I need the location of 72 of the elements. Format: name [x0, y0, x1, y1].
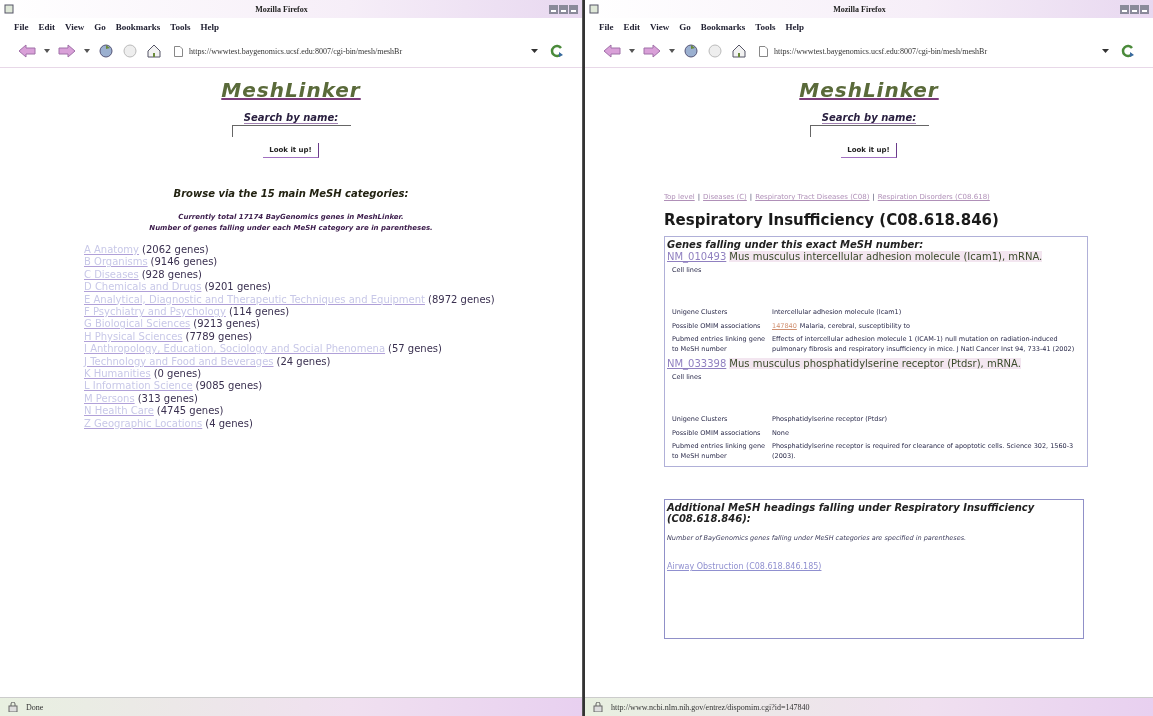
- gene-description: Mus musculus phosphatidylserine receptor (Ptdsr), mRNA.: [729, 358, 1021, 369]
- accession-link[interactable]: NM_010493: [667, 251, 727, 262]
- gene-count: (0 genes): [153, 368, 202, 381]
- back-arrow-icon[interactable]: [18, 44, 36, 58]
- menu-item[interactable]: Edit: [38, 21, 55, 32]
- menu-item[interactable]: Edit: [623, 21, 640, 32]
- status-text: http://www.ncbi.nlm.nih.gov/entrez/dispomim.cgi?id=147840: [611, 702, 810, 712]
- address-bar[interactable]: https://wwwtest.baygenomics.ucsf.edu:8007/cgi-bin/mesh/meshBr: [755, 42, 1113, 60]
- menu-item[interactable]: File: [599, 21, 614, 32]
- menu-item[interactable]: Go: [94, 21, 106, 32]
- reload-icon[interactable]: [683, 43, 699, 59]
- gene-count: (7789 genes): [185, 330, 253, 344]
- site-logo[interactable]: MeshLinker: [221, 78, 361, 102]
- lock-icon: [593, 702, 603, 712]
- menu-item[interactable]: Bookmarks: [115, 21, 161, 32]
- gene-count: (4 genes): [205, 417, 253, 431]
- gene-count: (9085 genes): [195, 380, 263, 393]
- forward-arrow-icon[interactable]: [58, 44, 76, 58]
- address-bar[interactable]: https://wwwtest.baygenomics.ucsf.edu:8007/cgi-bin/mesh/meshBr: [170, 42, 542, 60]
- gene-count: (4745 genes): [156, 405, 224, 418]
- window-icon: [589, 4, 599, 14]
- dropdown-icon[interactable]: [531, 48, 538, 54]
- gene-count: (2062 genes): [142, 244, 209, 257]
- search-label: Search by name:: [243, 112, 339, 124]
- gene-count: (9201 genes): [204, 281, 271, 294]
- dropdown-icon[interactable]: [669, 48, 675, 54]
- home-icon[interactable]: [731, 43, 747, 59]
- go-icon[interactable]: [550, 44, 564, 58]
- go-icon[interactable]: [1121, 44, 1135, 58]
- back-arrow-icon[interactable]: [603, 44, 621, 58]
- gene-count: (114 genes): [228, 306, 290, 319]
- menu-item[interactable]: Go: [679, 21, 691, 32]
- menu-item[interactable]: Help: [200, 21, 219, 32]
- reload-icon[interactable]: [98, 43, 114, 59]
- menu-item[interactable]: View: [65, 21, 85, 32]
- window-icon: [4, 4, 14, 14]
- dropdown-icon[interactable]: [1102, 48, 1109, 54]
- gene-description: Mus musculus intercellular adhesion molecule (Icam1), mRNA.: [729, 251, 1043, 262]
- status-text: Done: [26, 702, 44, 712]
- menu-item[interactable]: Bookmarks: [700, 21, 746, 32]
- gene-count: (928 genes): [141, 268, 202, 282]
- menu-item[interactable]: File: [14, 21, 29, 32]
- gene-count: (9213 genes): [193, 318, 260, 331]
- menu-item[interactable]: View: [650, 21, 670, 32]
- page-icon: [174, 45, 183, 57]
- heading-link[interactable]: Airway Obstruction (C08.618.846.185): [667, 562, 822, 571]
- page-heading: Respiratory Insufficiency (C08.618.846): [664, 211, 999, 229]
- gene-count: (24 genes): [276, 355, 331, 369]
- panel-heading: Additional MeSH headings falling under Respiratory Insufficiency (C08.618.846):: [667, 502, 1036, 524]
- home-icon[interactable]: [146, 43, 162, 59]
- url-text: https://wwwtest.baygenomics.ucsf.edu:8007/cgi-bin/mesh/meshBr: [189, 46, 404, 56]
- lock-icon: [8, 702, 18, 712]
- gene-count: (9146 genes): [150, 256, 218, 269]
- url-text: https://wwwtest.baygenomics.ucsf.edu:8007/cgi-bin/mesh/meshBr: [774, 46, 989, 56]
- panel-heading: Genes falling under this exact MeSH number:: [667, 239, 925, 250]
- accession-link[interactable]: NM_033398: [667, 358, 727, 369]
- search-label: Search by name:: [821, 112, 917, 124]
- menu-item[interactable]: Tools: [170, 21, 191, 32]
- menu-item[interactable]: Help: [785, 21, 804, 32]
- menu-item[interactable]: Tools: [755, 21, 776, 32]
- window-title: Mozilla Firefox: [254, 4, 309, 14]
- page-icon: [759, 45, 768, 57]
- section-heading: Browse via the 15 main MeSH categories:: [173, 188, 409, 199]
- gene-count: (57 genes): [388, 343, 442, 356]
- site-logo[interactable]: MeshLinker: [799, 78, 939, 102]
- dropdown-icon[interactable]: [44, 48, 50, 54]
- dropdown-icon[interactable]: [629, 48, 635, 54]
- gene-count: (313 genes): [137, 392, 198, 406]
- dropdown-icon[interactable]: [84, 48, 90, 54]
- forward-arrow-icon[interactable]: [643, 44, 661, 58]
- window-title: Mozilla Firefox: [832, 4, 887, 14]
- gene-count: (8972 genes): [428, 293, 495, 307]
